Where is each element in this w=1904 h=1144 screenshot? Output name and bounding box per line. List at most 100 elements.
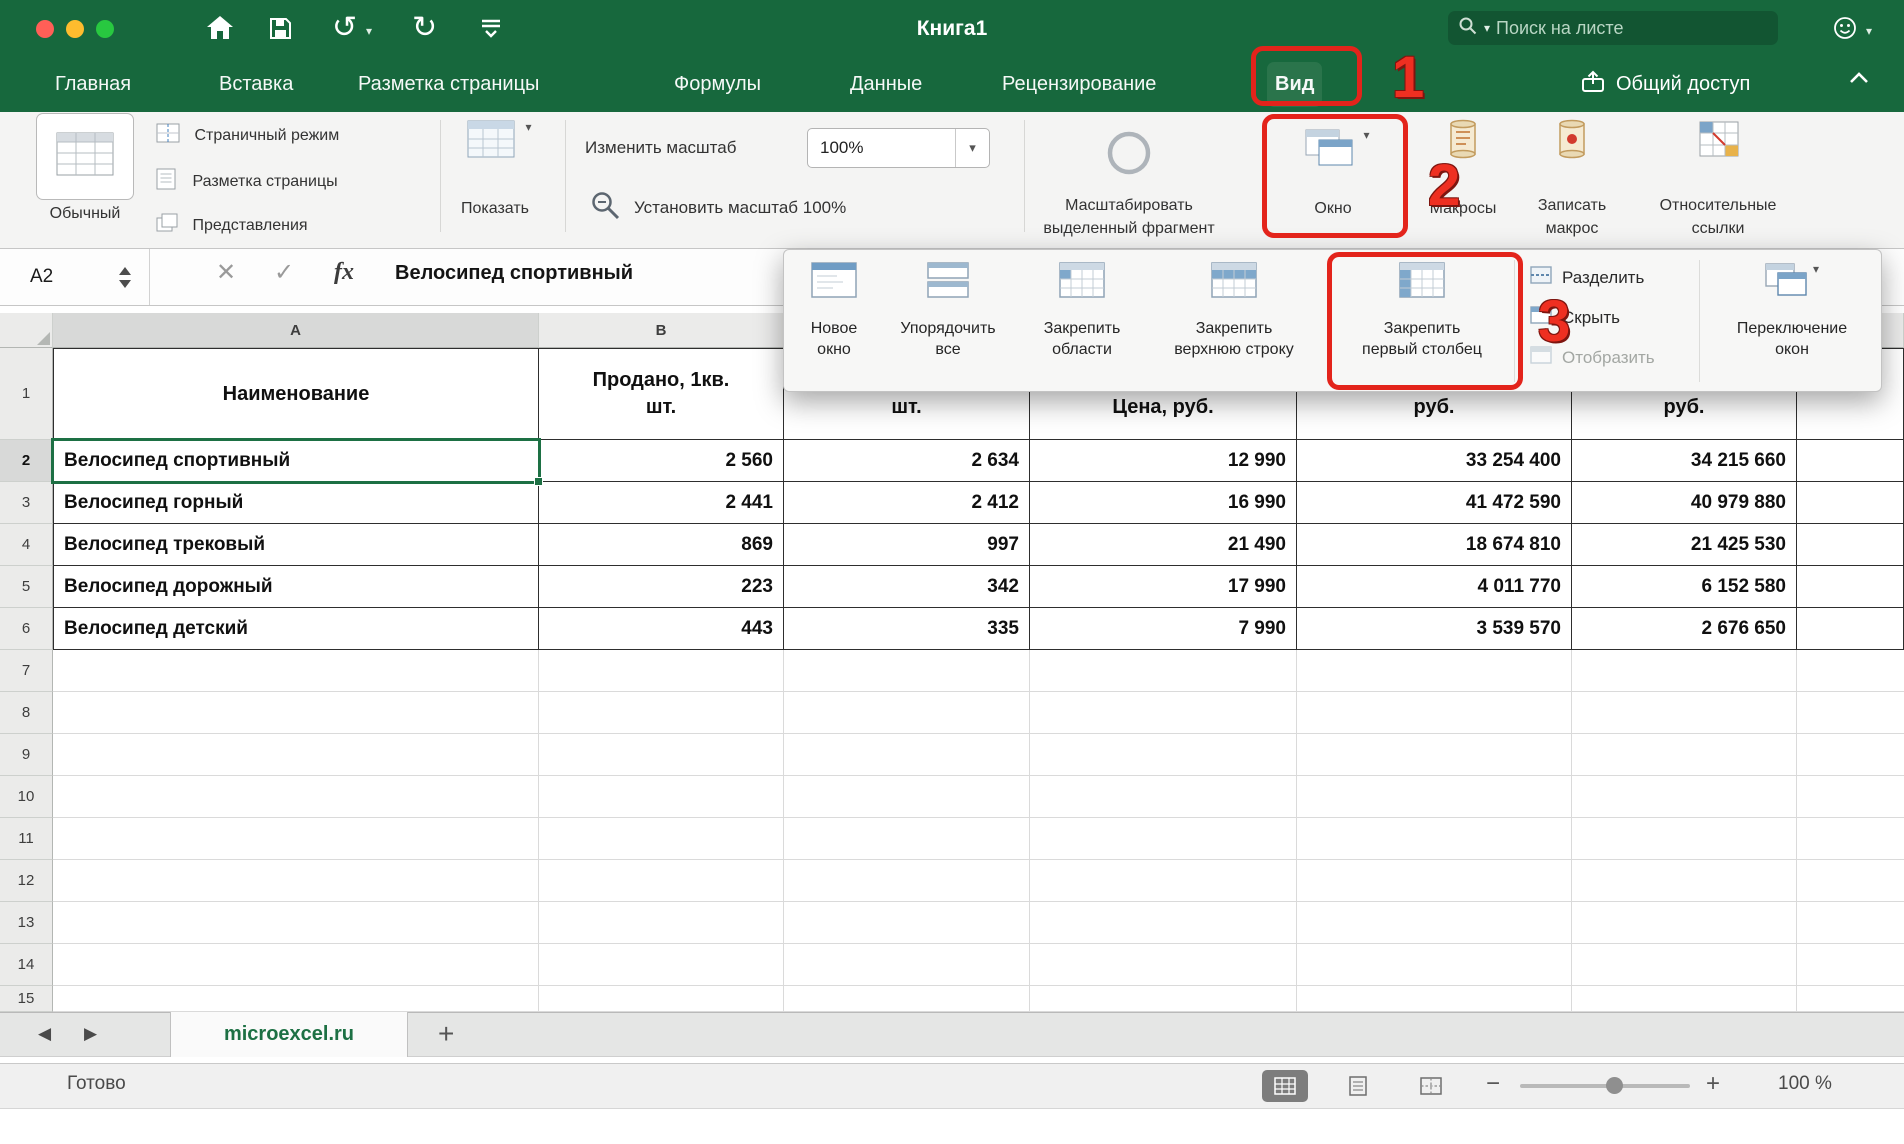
menu-item-switch-windows[interactable]: ▾ Переключение окон <box>1714 262 1870 382</box>
zoom-combobox[interactable]: 100% ▾ <box>807 128 990 168</box>
name-box[interactable]: A2 <box>0 249 150 305</box>
table-cell[interactable]: 997 <box>784 524 1030 566</box>
zoom-100-button[interactable]: Установить масштаб 100% <box>634 198 846 218</box>
table-cell[interactable]: 335 <box>784 608 1030 650</box>
table-cell[interactable]: 223 <box>539 566 784 608</box>
table-cell[interactable]: 2 676 650 <box>1572 608 1797 650</box>
table-cell[interactable]: 2 634 <box>784 440 1030 482</box>
empty-cells[interactable] <box>53 986 1904 1012</box>
row-header[interactable]: 13 <box>0 902 53 944</box>
table-cell[interactable] <box>1797 524 1904 566</box>
table-cell[interactable]: Велосипед горный <box>53 482 539 524</box>
relative-references-icon[interactable] <box>1698 120 1740 163</box>
table-cell[interactable] <box>1797 608 1904 650</box>
tab-home[interactable]: Главная <box>47 57 139 112</box>
sheet-search-box[interactable]: ▾ <box>1448 11 1778 45</box>
select-all-corner[interactable] <box>0 313 53 348</box>
sheet-prev-icon[interactable]: ◀ <box>38 1024 51 1044</box>
search-scope-dropdown-icon[interactable]: ▾ <box>1484 21 1490 35</box>
confirm-entry-icon[interactable]: ✓ <box>274 258 294 287</box>
column-header-b[interactable]: B <box>539 313 784 348</box>
fill-handle[interactable] <box>534 477 543 486</box>
show-button[interactable]: ▾ <box>467 120 531 163</box>
tab-insert[interactable]: Вставка <box>211 57 301 112</box>
table-cell[interactable]: 33 254 400 <box>1297 440 1572 482</box>
row-header[interactable]: 8 <box>0 692 53 734</box>
row-header[interactable]: 11 <box>0 818 53 860</box>
tab-review[interactable]: Рецензирование <box>994 57 1164 112</box>
row-header[interactable]: 4 <box>0 524 53 566</box>
row-header[interactable]: 6 <box>0 608 53 650</box>
formula-bar-value[interactable]: Велосипед спортивный <box>395 262 633 285</box>
table-cell[interactable]: 342 <box>784 566 1030 608</box>
table-cell[interactable]: 2 412 <box>784 482 1030 524</box>
table-cell[interactable]: 3 539 570 <box>1297 608 1572 650</box>
insert-function-icon[interactable]: fx <box>334 259 354 286</box>
table-cell[interactable] <box>1797 566 1904 608</box>
table-cell[interactable]: 34 215 660 <box>1572 440 1797 482</box>
sheet-tab[interactable]: microexcel.ru <box>170 1012 408 1057</box>
table-cell[interactable]: 2 560 <box>539 440 784 482</box>
menu-item-split[interactable]: Разделить <box>1530 266 1644 289</box>
row-header[interactable]: 2 <box>0 440 53 482</box>
zoom-to-selection-icon[interactable] <box>1106 130 1152 181</box>
empty-cells[interactable] <box>53 944 1904 986</box>
tab-formulas[interactable]: Формулы <box>666 57 769 112</box>
table-cell[interactable] <box>1797 482 1904 524</box>
zoom-in-icon[interactable]: + <box>1706 1070 1720 1098</box>
table-cell[interactable]: 16 990 <box>1030 482 1297 524</box>
empty-cells[interactable] <box>53 776 1904 818</box>
table-cell[interactable]: 21 425 530 <box>1572 524 1797 566</box>
row-header[interactable]: 1 <box>0 348 53 440</box>
record-macro-icon[interactable] <box>1553 118 1591 165</box>
empty-cells[interactable] <box>53 734 1904 776</box>
name-box-stepper[interactable] <box>119 267 131 288</box>
menu-item-freeze-top-row[interactable]: Закрепить верхнюю строку <box>1152 262 1316 382</box>
feedback-smiley-icon[interactable] <box>1832 15 1859 47</box>
empty-cells[interactable] <box>53 692 1904 734</box>
table-cell[interactable]: Продано, 1кв.шт. <box>539 348 784 440</box>
table-cell[interactable]: 21 490 <box>1030 524 1297 566</box>
table-cell[interactable]: 18 674 810 <box>1297 524 1572 566</box>
row-header[interactable]: 14 <box>0 944 53 986</box>
table-cell[interactable] <box>1797 440 1904 482</box>
menu-item-freeze-panes[interactable]: Закрепить области <box>1020 262 1144 382</box>
status-normal-view-button[interactable] <box>1262 1070 1308 1102</box>
column-header-a[interactable]: A <box>53 313 539 348</box>
row-header[interactable]: 12 <box>0 860 53 902</box>
tab-page-layout[interactable]: Разметка страницы <box>350 57 547 112</box>
tab-data[interactable]: Данные <box>842 57 930 112</box>
table-cell[interactable]: 17 990 <box>1030 566 1297 608</box>
zoom-slider-track[interactable] <box>1520 1084 1690 1088</box>
table-cell[interactable]: Велосипед трековый <box>53 524 539 566</box>
table-cell[interactable]: 443 <box>539 608 784 650</box>
show-dropdown-icon[interactable]: ▾ <box>525 120 531 134</box>
normal-view-button[interactable] <box>36 113 134 200</box>
cancel-entry-icon[interactable]: ✕ <box>216 258 236 287</box>
table-cell[interactable]: 869 <box>539 524 784 566</box>
row-header[interactable]: 5 <box>0 566 53 608</box>
table-cell[interactable]: 7 990 <box>1030 608 1297 650</box>
empty-cells[interactable] <box>53 860 1904 902</box>
status-page-break-button[interactable] <box>1408 1070 1454 1102</box>
row-header[interactable]: 10 <box>0 776 53 818</box>
row-header[interactable]: 3 <box>0 482 53 524</box>
empty-cells[interactable] <box>53 818 1904 860</box>
table-cell[interactable]: Наименование <box>53 348 539 440</box>
search-input[interactable] <box>1496 18 1726 39</box>
table-cell[interactable]: 2 441 <box>539 482 784 524</box>
page-break-preview-button[interactable]: Страничный режим <box>156 123 339 148</box>
add-sheet-icon[interactable]: + <box>438 1018 454 1050</box>
row-header[interactable]: 9 <box>0 734 53 776</box>
switch-windows-dropdown-icon[interactable]: ▾ <box>1813 262 1819 276</box>
zoom-combobox-dropdown-icon[interactable]: ▾ <box>955 129 989 167</box>
page-layout-view-button[interactable]: Разметка страницы <box>156 168 338 195</box>
zoom-slider-thumb[interactable] <box>1606 1077 1623 1094</box>
stepper-down-icon[interactable] <box>119 280 131 288</box>
row-header[interactable]: 15 <box>0 986 53 1012</box>
zoom-out-icon[interactable]: − <box>1486 1070 1500 1098</box>
table-cell[interactable]: Велосипед детский <box>53 608 539 650</box>
collapse-ribbon-icon[interactable] <box>1846 70 1872 91</box>
custom-views-button[interactable]: Представления <box>156 213 308 238</box>
share-button[interactable]: Общий доступ <box>1580 57 1750 112</box>
